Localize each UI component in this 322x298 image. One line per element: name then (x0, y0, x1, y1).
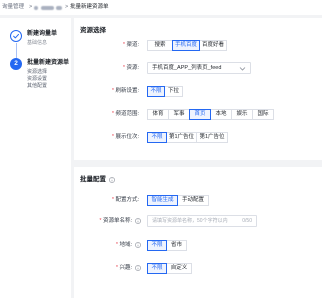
char-counter: 0/50 (242, 218, 252, 224)
required-mark: * (111, 88, 114, 94)
config-method-option-manual[interactable]: 手动配置 (177, 194, 209, 206)
region-selector: 不限 省市 (147, 239, 187, 251)
interest-selector: 不限 自定义 (147, 262, 192, 274)
channel-scope-option[interactable]: 本地 (210, 108, 232, 120)
form-label-interest: * 兴趣: (74, 262, 132, 274)
section-title-resource-selection: 资源选择 (80, 27, 106, 34)
channel-scope-selector: 体育 军事 首页 本地 娱乐 国际 (147, 108, 274, 120)
form-row-position: * 展示位次: 不限 第1广告位 第1广告位 (74, 131, 322, 143)
form-label-refresh: * 刷新设置: (74, 85, 139, 97)
channel-scope-option[interactable]: 国际 (252, 108, 274, 120)
channel-option-search[interactable]: 搜索 (147, 39, 173, 51)
region-option[interactable]: 不限 (147, 239, 167, 251)
step-1-subtitle[interactable]: 基础信息 (27, 40, 47, 46)
required-mark: * (111, 134, 114, 140)
redaction-mark (56, 5, 62, 10)
form-row-resource-name: *资源单名称: 0/50 (74, 215, 322, 227)
breadcrumb-root-link[interactable]: 询量管理 (2, 4, 24, 11)
breadcrumb-redacted-item[interactable] (34, 4, 62, 11)
form-row-interest: * 兴趣: 不限 自定义 (74, 262, 322, 274)
refresh-option[interactable]: 下拉 (164, 85, 183, 97)
redaction-mark (34, 5, 38, 10)
info-icon[interactable] (135, 218, 141, 224)
channel-scope-option[interactable]: 军事 (168, 108, 190, 120)
position-selector: 不限 第1广告位 第1广告位 (147, 131, 228, 143)
resource-select[interactable]: 手机百度_APP_列表页_feed (147, 62, 251, 74)
position-option[interactable]: 第1广告位 (166, 131, 197, 143)
form-label-text: 展示位次: (115, 134, 139, 140)
region-option[interactable]: 省市 (166, 239, 187, 251)
resource-name-input[interactable] (148, 216, 240, 226)
channel-scope-option[interactable]: 首页 (189, 108, 211, 120)
form-label-text: 资源: (126, 65, 139, 71)
form-row-channel-scope: * 频道范围: 体育 军事 首页 本地 娱乐 国际 (74, 108, 322, 120)
step-1-title[interactable]: 新建询量单 (27, 30, 57, 38)
substep-other-config[interactable]: 其他配置 (27, 83, 47, 89)
form-label-position: * 展示位次: (74, 131, 139, 143)
step-2-title: 批量新建资源单 (27, 60, 70, 66)
config-method-option-smart[interactable]: 智能生成 (147, 194, 178, 206)
form-label-text: 渠道: (126, 42, 139, 48)
breadcrumb-current: 批量新建资源单 (70, 4, 109, 10)
form-label-channel: * 渠道: (74, 39, 139, 51)
channel-option-haokan[interactable]: 百度好看 (199, 39, 227, 51)
refresh-selector: 不限 下拉 (147, 85, 183, 97)
batch-config-panel: 批量配置 *配置方式: 智能生成 手动配置 *资源单名称: 0/50 *地域: (74, 167, 322, 298)
substep-resource-selection[interactable]: 资源选择 (27, 69, 47, 75)
chevron-down-icon (239, 66, 246, 71)
position-option[interactable]: 不限 (147, 131, 167, 143)
required-mark: * (99, 218, 102, 224)
channel-option-mobile-baidu[interactable]: 手机百度 (172, 39, 200, 51)
required-mark: * (111, 111, 114, 117)
substep-resource-settings[interactable]: 资源设置 (27, 76, 47, 82)
form-label-config-method: * 配置方式: (74, 194, 139, 206)
form-row-region: * 地域: 不限 省市 (74, 239, 322, 251)
required-mark: * (111, 197, 114, 203)
redaction-mark (41, 5, 54, 10)
section-title-batch-config: 批量配置 (80, 176, 106, 183)
required-mark: * (122, 65, 125, 71)
interest-option[interactable]: 自定义 (166, 262, 192, 274)
form-row-resource: * 资源: 手机百度_APP_列表页_feed (74, 62, 322, 74)
channel-scope-option[interactable]: 体育 (147, 108, 169, 120)
form-label-text: 配置方式: (115, 197, 139, 203)
channel-scope-option[interactable]: 娱乐 (231, 108, 253, 120)
config-method-selector: 智能生成 手动配置 (147, 194, 209, 206)
form-label-resource: * 资源: (74, 62, 139, 74)
form-label-text: 地域: (119, 242, 132, 248)
interest-option[interactable]: 不限 (147, 262, 167, 274)
required-mark: * (115, 265, 118, 271)
position-option[interactable]: 第1广告位 (196, 131, 228, 143)
form-label-text: 频道范围: (115, 111, 139, 117)
steps-sidebar: 新建询量单 基础信息 2 批量新建资源单 资源选择 资源设置 其他配置 (0, 18, 71, 298)
form-label-text: 兴趣: (119, 265, 132, 271)
form-row-channel: * 渠道: 搜索 手机百度 百度好看 (74, 39, 322, 51)
resource-name-field: 0/50 (147, 215, 257, 227)
resource-select-value: 手机百度_APP_列表页_feed (152, 65, 222, 71)
step-1-indicator (10, 30, 22, 42)
required-mark: * (122, 42, 125, 48)
step-connector (15, 43, 17, 58)
form-label-channel-scope: * 频道范围: (74, 108, 139, 120)
form-label-resource-name: * 资源单名称: (74, 215, 132, 227)
check-icon (13, 33, 19, 39)
form-label-text: 资源单名称: (102, 218, 132, 224)
refresh-option[interactable]: 不限 (147, 85, 165, 97)
step-2-indicator: 2 (10, 58, 22, 70)
form-row-refresh: * 刷新设置: 不限 下拉 (74, 85, 322, 97)
form-label-text: 刷新设置: (115, 88, 139, 94)
info-icon[interactable] (109, 177, 115, 183)
form-row-config-method: * 配置方式: 智能生成 手动配置 (74, 194, 322, 206)
step-2-number: 2 (14, 60, 18, 67)
breadcrumb: 询量管理 > > 批量新建资源单 (0, 0, 322, 15)
breadcrumb-separator: > (29, 4, 33, 10)
form-label-region: * 地域: (74, 239, 132, 251)
required-mark: * (115, 242, 118, 248)
info-icon[interactable] (135, 265, 141, 271)
info-icon[interactable] (135, 242, 141, 248)
resource-selection-panel: 资源选择 * 渠道: 搜索 手机百度 百度好看 * 资源: 手机百度_APP_列表页… (74, 18, 322, 160)
channel-selector: 搜索 手机百度 百度好看 (147, 39, 227, 51)
breadcrumb-separator: > (65, 4, 69, 10)
